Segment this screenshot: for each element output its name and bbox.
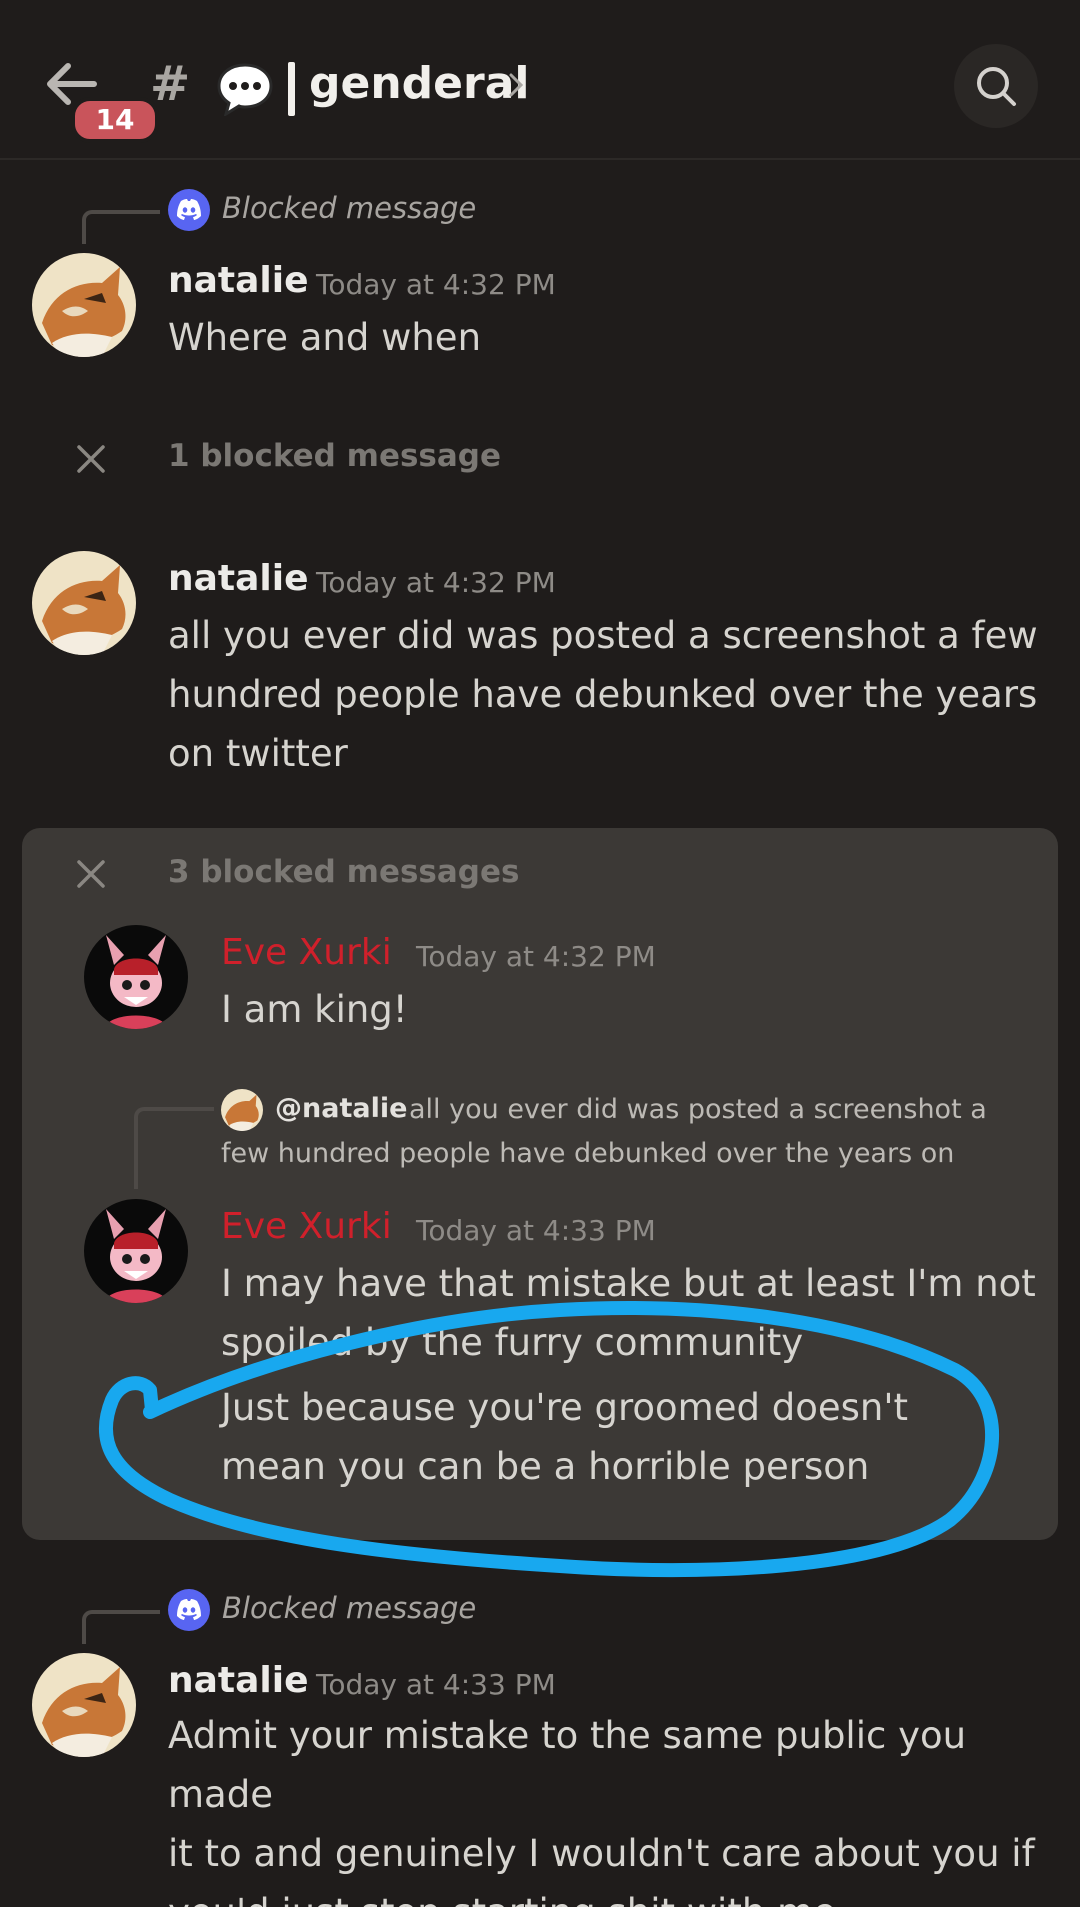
speech-balloon-icon <box>217 63 273 116</box>
text-channel-icon: # <box>150 56 191 112</box>
chevron-right-icon[interactable] <box>508 72 524 98</box>
blocked-messages-label[interactable]: 3 blocked messages <box>168 854 519 890</box>
reply-preview-text[interactable]: all you ever did was posted a screenshot… <box>409 1088 987 1132</box>
fox-avatar-icon <box>32 551 136 655</box>
character-avatar-icon <box>84 925 188 1029</box>
message-author[interactable]: natalie <box>168 558 309 599</box>
message-text: Admit your mistake to the same public yo… <box>168 1714 1035 1907</box>
close-icon[interactable] <box>76 859 106 889</box>
avatar[interactable] <box>32 253 136 357</box>
message-timestamp: Today at 4:32 PM <box>316 268 556 301</box>
discord-channel-screen: 14 # genderal Blocked message natalie To… <box>0 0 1080 1907</box>
unread-badge: 14 <box>71 97 159 143</box>
reply-preview-text[interactable]: few hundred people have debunked over th… <box>221 1132 954 1176</box>
avatar[interactable] <box>32 551 136 655</box>
avatar[interactable] <box>84 1199 188 1303</box>
message-timestamp: Today at 4:32 PM <box>316 566 556 599</box>
channel-header: 14 # genderal <box>0 0 1080 160</box>
search-icon <box>977 67 1016 106</box>
message-text: all you ever did was posted a screenshot… <box>168 614 1038 775</box>
message-author[interactable]: Eve Xurki <box>221 932 392 973</box>
character-avatar-icon <box>84 1199 188 1303</box>
reply-blocked-reference[interactable]: Blocked message <box>222 191 476 225</box>
message-author[interactable]: Eve Xurki <box>221 1206 392 1247</box>
message-timestamp: Today at 4:32 PM <box>416 940 656 973</box>
discord-logo-icon <box>168 1589 210 1631</box>
message-timestamp: Today at 4:33 PM <box>316 1668 556 1701</box>
message-text: I am king! <box>221 988 408 1031</box>
avatar[interactable] <box>32 1653 136 1757</box>
message-author[interactable]: natalie <box>168 260 309 301</box>
fox-avatar-icon <box>32 1653 136 1757</box>
channel-name[interactable]: genderal <box>309 58 529 109</box>
message-text: Just because you're groomed doesn't mean… <box>221 1386 909 1488</box>
discord-logo-icon <box>168 189 210 231</box>
channel-divider <box>288 62 295 116</box>
close-icon[interactable] <box>76 444 106 474</box>
reply-connector <box>82 1610 160 1644</box>
avatar[interactable] <box>221 1089 263 1131</box>
search-button[interactable] <box>954 44 1038 128</box>
message-text: Where and when <box>168 316 482 359</box>
reply-blocked-reference[interactable]: Blocked message <box>222 1591 476 1625</box>
avatar[interactable] <box>84 925 188 1029</box>
reply-connector <box>82 210 160 244</box>
fox-avatar-icon <box>32 253 136 357</box>
message-author[interactable]: natalie <box>168 1660 309 1701</box>
reply-mention[interactable]: @natalie <box>275 1093 407 1124</box>
reply-connector <box>134 1107 214 1189</box>
message-timestamp: Today at 4:33 PM <box>416 1214 656 1247</box>
fox-avatar-icon <box>221 1089 263 1131</box>
message-text: I may have that mistake but at least I'm… <box>221 1262 1036 1364</box>
blocked-messages-label[interactable]: 1 blocked message <box>168 438 501 474</box>
